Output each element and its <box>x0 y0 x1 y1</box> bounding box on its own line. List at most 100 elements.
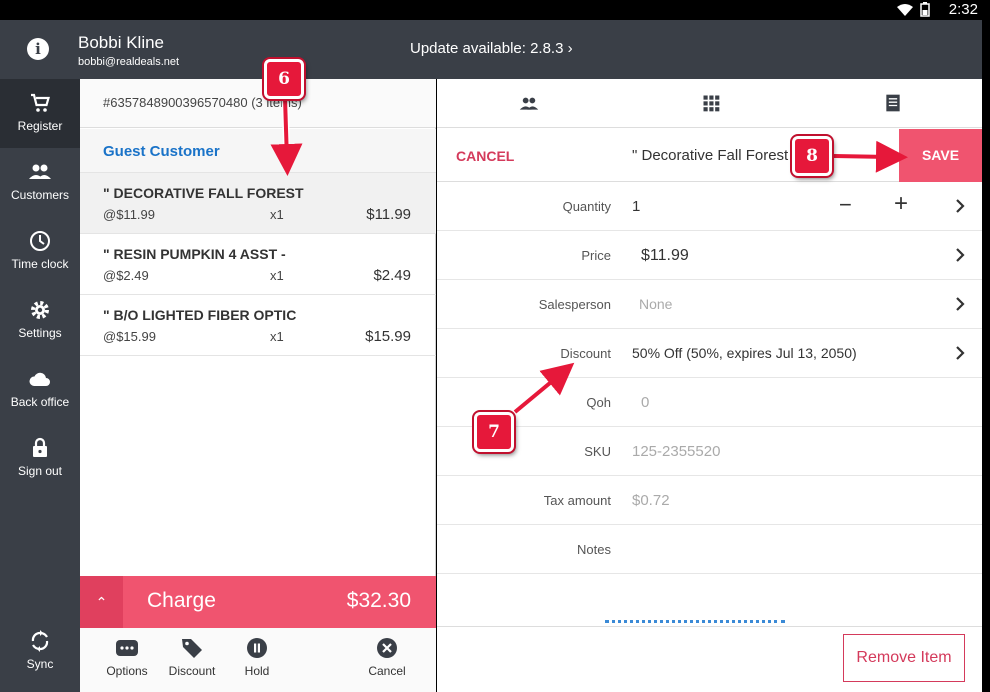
item-edit-panel: CANCEL " Decorative Fall Forest SAVE Qua… <box>437 79 982 692</box>
qoh-value: 0 <box>641 394 650 411</box>
edit-item-title: " Decorative Fall Forest <box>632 147 789 164</box>
user-name: Bobbi Kline <box>78 33 165 52</box>
user-email: bobbi@realdeals.net <box>78 56 180 68</box>
discount-label: Discount <box>168 664 216 678</box>
sidebar-item-label: Sign out <box>17 464 63 478</box>
quantity-increase-button[interactable]: + <box>894 190 908 218</box>
remove-item-button[interactable]: Remove Item <box>843 634 965 682</box>
sku-label: SKU <box>584 444 611 459</box>
sidebar-item-settings[interactable]: Settings <box>0 286 80 355</box>
order-id: #6357848900396570480 (3 items) <box>80 79 436 128</box>
wifi-icon <box>897 3 913 16</box>
item-unit-price: @$2.49 <box>103 268 149 283</box>
item-total: $2.49 <box>373 267 411 284</box>
item-total: $15.99 <box>365 328 411 345</box>
tab-grid-icon[interactable] <box>701 93 721 113</box>
sidebar-item-customers[interactable]: Customers <box>0 148 80 217</box>
sidebar-item-label: Back office <box>10 395 70 409</box>
sidebar-item-back-office[interactable]: Back office <box>0 355 80 424</box>
sidebar: Register Customers Time clock Settings B… <box>0 79 80 692</box>
price-row[interactable]: Price $11.99 <box>437 231 982 280</box>
item-total: $11.99 <box>366 206 411 223</box>
order-line-item[interactable]: " B/O LIGHTED FIBER OPTIC @$15.99 x1 $15… <box>80 295 436 356</box>
sidebar-item-label: Time clock <box>11 257 69 271</box>
tag-icon <box>182 639 202 658</box>
hold-button[interactable]: Hold <box>227 636 287 678</box>
top-bar: i Bobbi Kline bobbi@realdeals.net Update… <box>0 20 982 79</box>
clock-icon <box>30 231 50 251</box>
salesperson-value: None <box>639 296 673 312</box>
item-quantity: x1 <box>270 268 284 283</box>
salesperson-row[interactable]: Salesperson None <box>437 280 982 329</box>
discount-value: 50% Off (50%, expires Jul 13, 2050) <box>632 345 857 361</box>
quantity-label: Quantity <box>562 199 611 214</box>
quantity-value[interactable]: 1 <box>632 198 640 215</box>
update-available-link[interactable]: Update available: 2.8.3 › <box>410 40 573 57</box>
tax-amount-label: Tax amount <box>543 493 611 508</box>
order-line-item[interactable]: " RESIN PUMPKIN 4 ASST - @$2.49 x1 $2.49 <box>80 234 436 295</box>
partial-link[interactable] <box>605 620 785 624</box>
people-icon <box>29 164 51 179</box>
more-icon <box>116 640 138 656</box>
notes-row[interactable]: Notes <box>437 525 982 574</box>
sync-icon <box>31 630 49 652</box>
chevron-up-icon[interactable]: ⌃ <box>80 576 123 628</box>
info-icon[interactable]: i <box>27 38 49 60</box>
cancel-order-button[interactable]: Cancel <box>357 636 417 678</box>
notes-label: Notes <box>577 542 611 557</box>
discount-button[interactable]: Discount <box>162 636 222 678</box>
sidebar-item-label: Sync <box>26 657 54 671</box>
charge-button[interactable]: ⌃ Charge $32.30 <box>80 576 436 628</box>
item-quantity: x1 <box>270 207 284 222</box>
tax-amount-row: Tax amount $0.72 <box>437 476 982 525</box>
quantity-decrease-button[interactable]: − <box>839 192 852 218</box>
price-value: $11.99 <box>641 247 689 264</box>
edit-toolbar: CANCEL " Decorative Fall Forest SAVE <box>437 129 982 182</box>
cancel-edit-button[interactable]: CANCEL <box>456 148 514 164</box>
chevron-right-icon[interactable] <box>954 295 966 313</box>
qoh-row: Qoh 0 <box>437 378 982 427</box>
sidebar-item-sync[interactable]: Sync <box>0 623 80 692</box>
sidebar-item-time-clock[interactable]: Time clock <box>0 217 80 286</box>
annotation-badge-8: 8 <box>792 136 832 176</box>
qoh-label: Qoh <box>586 395 611 410</box>
gear-icon <box>31 301 49 319</box>
order-line-item[interactable]: " DECORATIVE FALL FOREST @$11.99 x1 $11.… <box>80 173 436 234</box>
status-bar: 2:32 <box>0 0 990 20</box>
sidebar-item-label: Customers <box>10 188 69 202</box>
divider <box>437 626 982 627</box>
chevron-right-icon[interactable] <box>954 344 966 362</box>
tab-receipt-icon[interactable] <box>883 93 903 113</box>
chevron-right-icon[interactable] <box>954 197 966 215</box>
item-unit-price: @$11.99 <box>103 207 155 222</box>
sidebar-item-label: Register <box>17 119 63 133</box>
sidebar-item-register[interactable]: Register <box>0 79 80 148</box>
item-quantity: x1 <box>270 329 284 344</box>
quantity-row: Quantity 1 − + <box>437 182 982 231</box>
discount-row[interactable]: Discount 50% Off (50%, expires Jul 13, 2… <box>437 329 982 378</box>
sku-value: 125-2355520 <box>632 443 721 460</box>
item-name: " DECORATIVE FALL FOREST <box>103 185 304 201</box>
pause-icon <box>247 638 267 658</box>
cancel-label: Cancel <box>368 664 406 678</box>
save-button[interactable]: SAVE <box>899 129 982 182</box>
tax-amount-value: $0.72 <box>632 492 670 509</box>
options-button[interactable]: Options <box>97 636 157 678</box>
lock-icon <box>33 437 47 457</box>
order-actions: Options Discount Hold Cancel <box>80 628 436 692</box>
sku-row: SKU 125-2355520 <box>437 427 982 476</box>
salesperson-label: Salesperson <box>538 297 611 312</box>
discount-label: Discount <box>560 346 611 361</box>
chevron-right-icon[interactable] <box>954 246 966 264</box>
item-name: " RESIN PUMPKIN 4 ASST - <box>103 246 286 262</box>
cart-icon <box>31 93 50 112</box>
item-unit-price: @$15.99 <box>103 329 156 344</box>
sidebar-item-label: Settings <box>18 326 62 340</box>
status-time: 2:32 <box>948 1 978 18</box>
customer-link[interactable]: Guest Customer <box>80 129 436 173</box>
charge-label: Charge <box>147 589 216 612</box>
sidebar-item-sign-out[interactable]: Sign out <box>0 424 80 493</box>
status-icons <box>896 2 930 17</box>
options-label: Options <box>106 664 148 678</box>
tab-customer-people-icon[interactable] <box>519 93 539 113</box>
